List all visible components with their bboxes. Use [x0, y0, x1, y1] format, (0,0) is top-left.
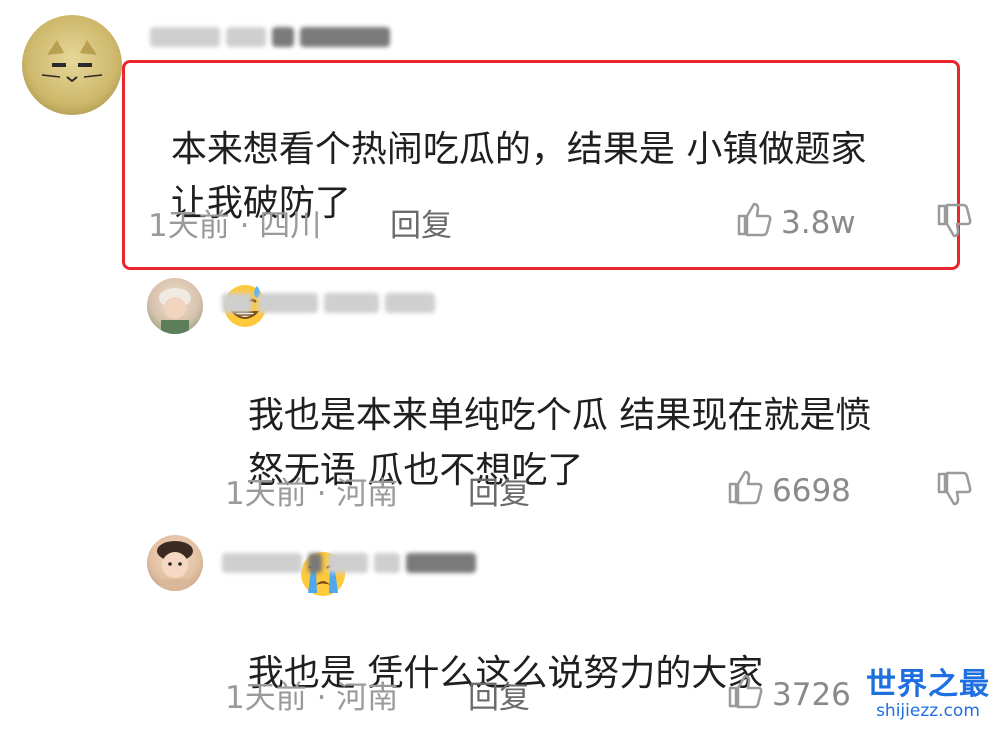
- avatar-commenter-1[interactable]: [22, 15, 122, 115]
- username-blurred[interactable]: [150, 24, 390, 50]
- thumbs-up-icon: [735, 200, 773, 246]
- watermark-url: shijiezz.com: [876, 701, 980, 721]
- cat-avatar-icon: [41, 40, 103, 83]
- like-button[interactable]: 3.8w: [735, 200, 856, 246]
- username-blurred[interactable]: [222, 290, 435, 316]
- reply-button[interactable]: 回复: [468, 468, 530, 513]
- like-button[interactable]: 6698: [726, 468, 851, 514]
- thumbs-up-icon: [726, 468, 764, 514]
- username-blurred[interactable]: [222, 550, 476, 576]
- avatar-commenter-3[interactable]: [147, 535, 203, 591]
- like-count: 3726: [772, 677, 851, 713]
- child-avatar-icon: [157, 541, 193, 591]
- like-count: 3.8w: [781, 205, 856, 241]
- like-button[interactable]: 3726: [726, 672, 851, 718]
- comment-time-location: 1天前 · 河南: [225, 680, 399, 716]
- comment-time-location: 1天前 · 四川: [148, 208, 322, 244]
- watermark-title: 世界之最: [866, 667, 990, 702]
- avatar-commenter-2[interactable]: [147, 278, 203, 334]
- site-watermark: 世界之最 shijiezz.com: [866, 659, 990, 721]
- thumbs-down-icon[interactable]: [935, 202, 973, 244]
- thumbs-up-icon: [726, 672, 764, 718]
- like-count: 6698: [772, 473, 851, 509]
- reply-button[interactable]: 回复: [468, 672, 530, 717]
- reply-button[interactable]: 回复: [390, 200, 452, 245]
- comment-time-location: 1天前 · 河南: [225, 476, 399, 512]
- thumbs-down-icon[interactable]: [935, 470, 973, 512]
- person-avatar-icon: [159, 288, 191, 334]
